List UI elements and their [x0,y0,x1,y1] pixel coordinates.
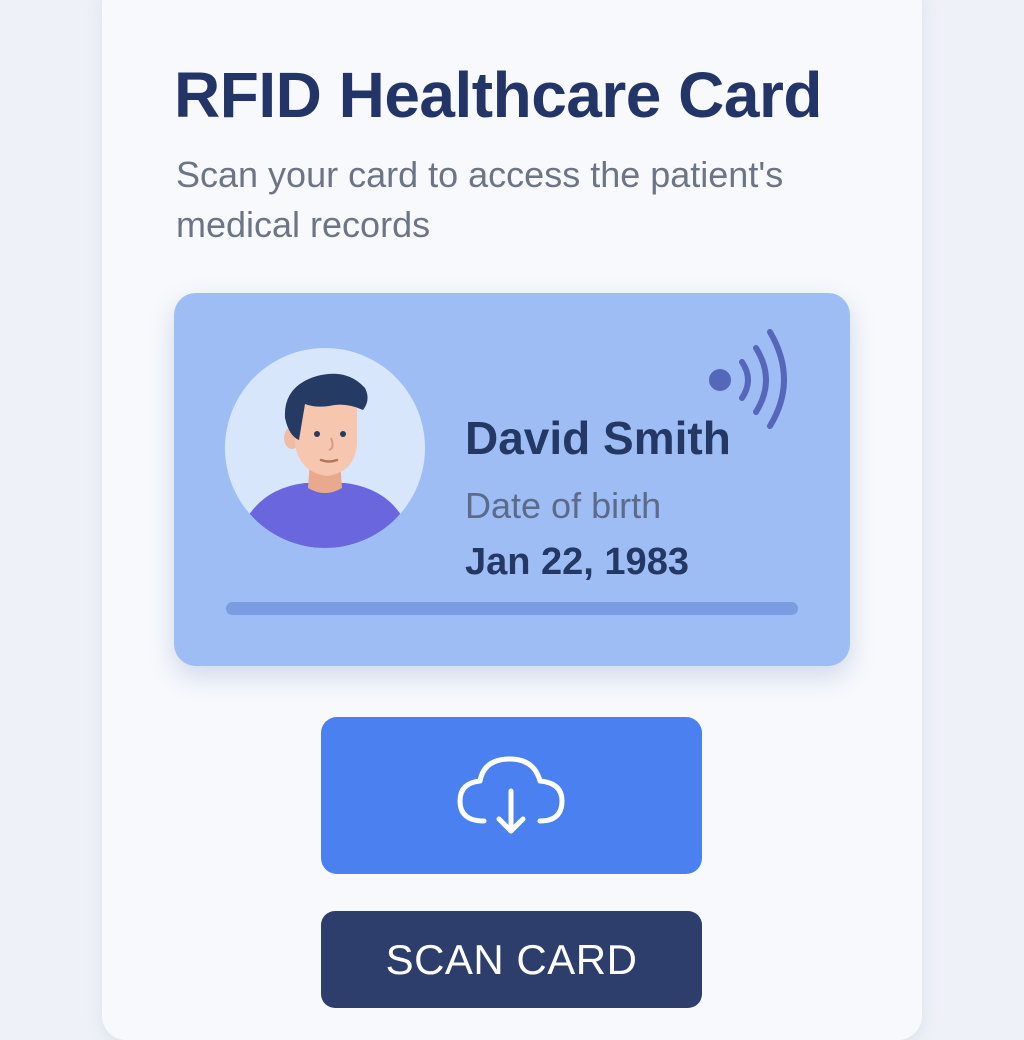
dob-label: Date of birth [465,485,662,526]
person-avatar-icon [247,373,403,548]
page-subtitle: Scan your card to access the patient's m… [176,154,784,245]
page-title: RFID Healthcare Card [174,59,822,131]
cloud-download-icon [457,756,565,834]
card-holder-name: David Smith [465,412,731,464]
card-stripe [226,602,798,615]
scan-card-button[interactable]: SCAN CARD [321,911,702,1008]
healthcare-card: David Smith Date of birth Jan 22, 1983 [174,293,850,666]
dob-value: Jan 22, 1983 [465,541,689,583]
download-records-button[interactable] [321,717,702,874]
avatar [225,348,425,548]
